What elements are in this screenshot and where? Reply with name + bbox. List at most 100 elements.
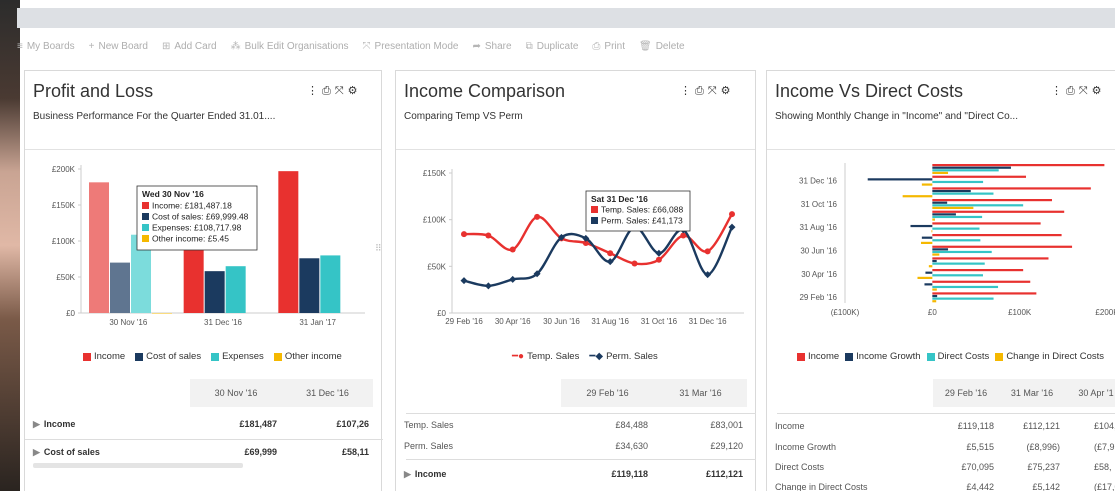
row-divider [25, 439, 383, 440]
y-tick-label: 31 Oct '16 [801, 200, 838, 209]
column-header: 31 Dec '16 [306, 388, 349, 398]
bar-income [932, 292, 1037, 295]
divider [25, 149, 381, 150]
point-temp-sales [729, 211, 735, 218]
more-icon[interactable]: ⋮ [307, 85, 322, 97]
y-tick-label: 29 Feb '16 [799, 293, 837, 302]
tooltip-swatch [142, 224, 149, 231]
tooltip-line: Perm. Sales: £41,173 [601, 216, 683, 226]
expand-caret-icon[interactable]: ▶ [33, 447, 40, 457]
bar-other-income [152, 312, 172, 314]
bar-change-in-direct-costs [932, 171, 949, 174]
gear-icon[interactable]: ⚙ [1092, 85, 1106, 97]
bar-income-growth [932, 294, 938, 298]
table-row[interactable]: Income £119,118 £112,121 £104, [767, 415, 1115, 437]
legend-item-other-income[interactable]: Other income [273, 351, 342, 362]
share-button[interactable]: ➦ Share [473, 41, 512, 52]
legend-item-income-growth[interactable]: Income Growth [845, 351, 921, 362]
table-row[interactable]: Perm. Sales £34,630 £29,120 [396, 435, 757, 457]
bar-income-growth [932, 201, 948, 204]
print-icon[interactable]: ⎙ [322, 85, 335, 97]
bar-direct-costs [932, 250, 992, 254]
point-temp-sales [461, 231, 467, 238]
bar-income-growth [924, 283, 933, 286]
column-header: 29 Feb '16 [944, 388, 988, 398]
presentation-mode-button[interactable]: ⤧ Presentation Mode [363, 41, 459, 52]
bar-income [932, 245, 1073, 248]
tooltip-line: Expenses: £108,717.98 [152, 223, 242, 233]
column-header: 30 Apr '1 [1078, 388, 1114, 398]
delete-button[interactable]: 🗑 Delete [639, 41, 685, 52]
table-row[interactable]: Change in Direct Costs £4,442 £5,142 (£1… [767, 476, 1115, 491]
print-icon[interactable]: ⎙ [1066, 85, 1079, 97]
column-header: 31 Mar '16 [1010, 388, 1054, 398]
drag-handle-icon: ⠿ [375, 243, 382, 253]
x-tick-label: 29 Feb '16 [445, 317, 483, 326]
more-icon[interactable]: ⋮ [1051, 85, 1066, 97]
table-row[interactable]: ▶ Cost of sales £69,999 £58,11 [25, 441, 383, 463]
bar-income-growth [932, 248, 949, 251]
bar-change-in-direct-costs [932, 300, 937, 303]
table-row[interactable]: Temp. Sales £84,488 £83,001 [396, 414, 757, 436]
print-button[interactable]: ⎙ Print [592, 41, 625, 52]
new-board-button[interactable]: + New Board [89, 41, 148, 52]
bar-change-in-direct-costs [932, 218, 935, 221]
card-actions: ⋮⎙⤧⚙ [1051, 84, 1106, 98]
legend-item-income[interactable]: Income [83, 351, 125, 362]
bar-expenses [225, 266, 246, 313]
income-comparison-chart: £0£50K£100K£150K29 Feb '16 30 Apr '16 30 J… [423, 169, 744, 326]
legend-item-cost-of-sales[interactable]: Cost of sales [135, 351, 201, 362]
legend-item-expenses[interactable]: Expenses [211, 351, 264, 362]
gear-icon[interactable]: ⚙ [348, 85, 362, 97]
card-subtitle: Business Performance For the Quarter End… [33, 111, 276, 122]
point-perm-sales [509, 275, 517, 283]
trash-icon: 🗑 [638, 40, 652, 52]
gear-icon[interactable]: ⚙ [721, 85, 735, 97]
expand-caret-icon[interactable]: ▶ [404, 469, 411, 479]
x-tick-label: 31 Jan '17 [299, 318, 336, 327]
expand-icon[interactable]: ⤧ [708, 85, 721, 97]
bar-change-in-direct-costs [932, 206, 974, 209]
bar-income [932, 269, 1024, 272]
bar-income [932, 280, 1031, 283]
horizontal-scrollbar[interactable] [33, 463, 243, 468]
bar-income [932, 222, 1041, 225]
print-icon: ⎙ [592, 40, 601, 52]
line-perm-sales [463, 225, 734, 288]
bar-income [89, 182, 109, 313]
x-tick-label: 30 Apr '16 [495, 317, 531, 326]
y-tick-label: £50K [427, 262, 446, 271]
point-temp-sales [607, 250, 614, 257]
add-card-button[interactable]: ⊞ Add Card [162, 41, 217, 52]
expand-icon[interactable]: ⤧ [335, 85, 348, 97]
legend-item-change-in-direct-costs[interactable]: Change in Direct Costs [995, 351, 1104, 362]
my-boards-button[interactable]: ≡ My Boards [17, 41, 75, 52]
card-subtitle: Showing Monthly Change in "Income" and "… [775, 111, 1018, 122]
bar-cost-of-sales [204, 271, 225, 313]
legend-item-temp-sales[interactable]: ━● Temp. Sales [512, 351, 579, 362]
tooltip-swatch [591, 217, 598, 224]
legend-item-perm-sales[interactable]: ━◆ Perm. Sales [589, 351, 657, 362]
expand-caret-icon[interactable]: ▶ [33, 419, 40, 429]
bar-income-growth [910, 224, 933, 228]
x-tick-label: 31 Aug '16 [591, 317, 629, 326]
point-temp-sales [509, 246, 516, 253]
bar-cost-of-sales [110, 262, 130, 313]
duplicate-button[interactable]: ⧉ Duplicate [526, 41, 579, 52]
tooltip-swatch [591, 206, 598, 213]
table-row[interactable]: ▶ Income £119,118 £112,121 [396, 463, 757, 485]
table-row[interactable]: ▶ Income £181,487 £107,26 [25, 413, 383, 435]
expand-icon[interactable]: ⤧ [1079, 85, 1092, 97]
print-icon[interactable]: ⎙ [695, 85, 708, 97]
legend-item-direct-costs[interactable]: Direct Costs [926, 351, 989, 362]
bar-direct-costs [932, 169, 999, 172]
more-icon[interactable]: ⋮ [680, 85, 695, 97]
bar-income [932, 234, 1062, 237]
table-row[interactable]: Direct Costs £70,095 £75,237 £58, [767, 456, 1115, 478]
bar-change-in-direct-costs [920, 241, 933, 244]
x-tick-label: £100K [1008, 308, 1032, 317]
table-row[interactable]: Income Growth £5,515 (£8,996) (£7,9 [767, 436, 1115, 458]
bulk-edit-button[interactable]: ⁂ Bulk Edit Organisations [231, 41, 349, 52]
card-actions: ⋮⎙⤧⚙ [680, 84, 735, 98]
legend-item-income[interactable]: Income [797, 351, 839, 362]
